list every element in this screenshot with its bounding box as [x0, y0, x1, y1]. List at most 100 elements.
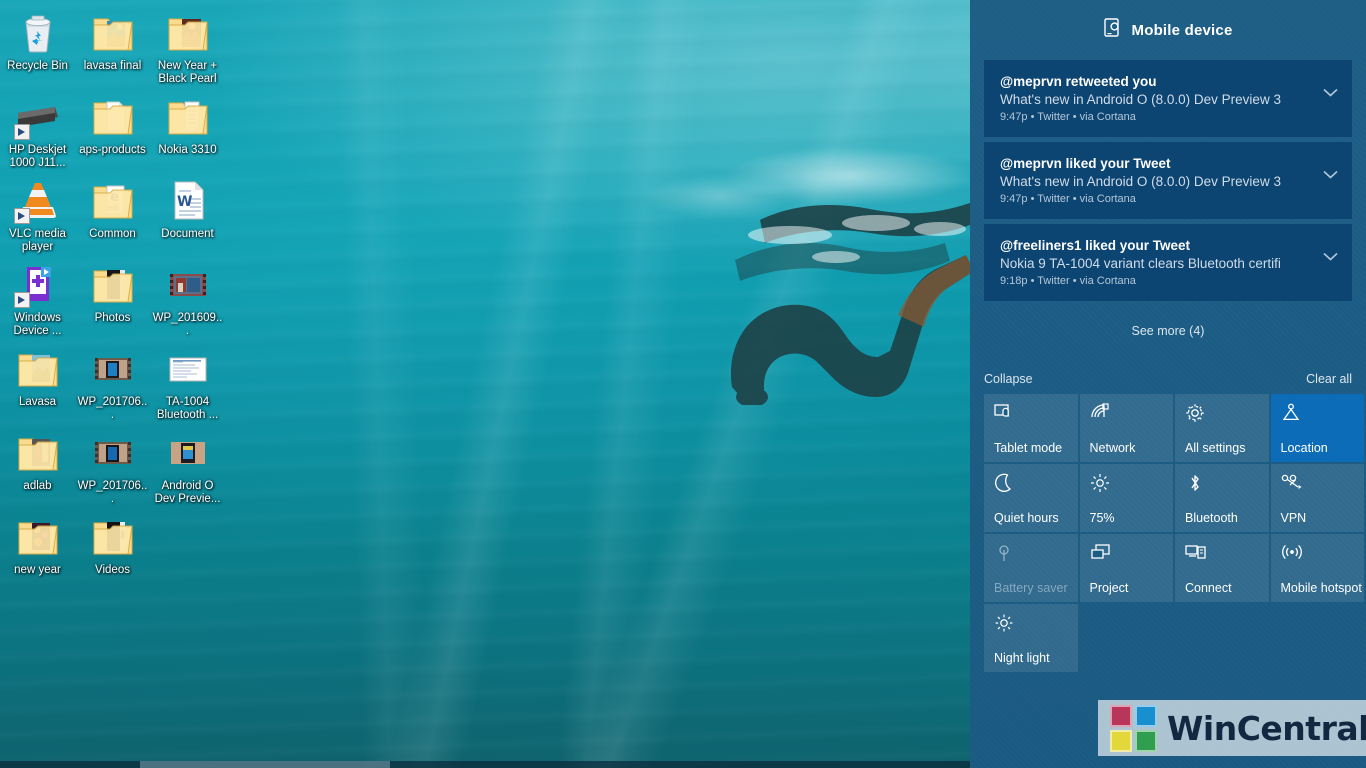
- folder-browser-icon: e edi: [89, 176, 137, 224]
- desktop-icon-hp-deskjet[interactable]: HP Deskjet 1000 J11...: [0, 88, 75, 172]
- shortcut-overlay-icon: [13, 124, 30, 140]
- quick-action-connect[interactable]: Connect: [1175, 534, 1269, 602]
- desktop-icon-new-year[interactable]: new year: [0, 508, 75, 579]
- desktop-icon-videos[interactable]: Videos: [75, 508, 150, 579]
- desktop-icon-wp-201706-a[interactable]: WP_201706...: [75, 340, 150, 424]
- quick-action-label: Project: [1089, 581, 1129, 595]
- folder-dark-icon: [89, 260, 137, 308]
- icon-row: adlab WP_201706... Android O Dev Previe.…: [0, 424, 240, 508]
- notification-title: @meprvn retweeted you: [1000, 74, 1157, 89]
- desktop-icon-label: HP Deskjet 1000 J11...: [8, 144, 67, 169]
- quick-action-project[interactable]: Project: [1079, 534, 1173, 602]
- desktop-icon-new-year-black-pearl[interactable]: New Year + Black Pearl: [150, 4, 225, 88]
- shortcut-overlay-icon: [13, 208, 30, 224]
- folder-doc-icon: [164, 92, 212, 140]
- clear-all-button[interactable]: Clear all: [1306, 372, 1352, 386]
- night-light-icon: [994, 613, 1070, 639]
- desktop-icon-label: VLC media player: [9, 228, 66, 253]
- quick-action-battery-saver[interactable]: Battery saver: [984, 534, 1078, 602]
- icon-row: Recycle Bin lavasa final New Year + Blac…: [0, 4, 240, 88]
- desktop-icon-label: Windows Device ...: [13, 312, 62, 337]
- desktop-icon-recycle-bin[interactable]: Recycle Bin: [0, 4, 75, 88]
- desktop[interactable]: Recycle Bin lavasa final New Year + Blac…: [0, 0, 1366, 768]
- notification-body: What's new in Android O (8.0.0) Dev Prev…: [1000, 92, 1281, 107]
- desktop-icon-label: WP_201706...: [77, 480, 148, 505]
- desktop-icon-ta-1004-bluetooth[interactable]: TA-1004 Bluetooth ...: [150, 340, 225, 424]
- desktop-icon-document[interactable]: W Document: [150, 172, 225, 256]
- quick-action-location[interactable]: Location: [1270, 394, 1364, 462]
- wallpaper-water-surface: [600, 120, 1000, 260]
- wincentral-watermark: WinCentral: [1098, 700, 1366, 756]
- taskbar-active-item[interactable]: [140, 761, 390, 768]
- notification-item[interactable]: @meprvn retweeted you What's new in Andr…: [984, 60, 1352, 137]
- folder-dark-icon: [89, 512, 137, 560]
- quick-action-label: Quiet hours: [994, 511, 1059, 525]
- desktop-icon-label: Android O Dev Previe...: [154, 480, 221, 505]
- desktop-icon-vlc-media-player[interactable]: VLC media player: [0, 172, 75, 256]
- quick-action-label: Night light: [994, 651, 1050, 665]
- quick-action-quiet-hours[interactable]: Quiet hours: [984, 464, 1078, 532]
- chevron-down-icon[interactable]: [1323, 252, 1338, 261]
- svg-text:W: W: [177, 194, 192, 210]
- desktop-icon-lavasa[interactable]: Lavasa: [0, 340, 75, 424]
- quick-action-bluetooth[interactable]: Bluetooth: [1175, 464, 1269, 532]
- notification-item[interactable]: @meprvn liked your Tweet What's new in A…: [984, 142, 1352, 219]
- notification-body: What's new in Android O (8.0.0) Dev Prev…: [1000, 174, 1281, 189]
- notification-list: @meprvn retweeted you What's new in Andr…: [970, 60, 1366, 338]
- desktop-icon-grid: Recycle Bin lavasa final New Year + Blac…: [0, 4, 240, 579]
- desktop-icon-lavasa-final[interactable]: lavasa final: [75, 4, 150, 88]
- quick-action-empty-slot-b: [1175, 604, 1269, 672]
- desktop-icon-label: WP_201609...: [152, 312, 223, 337]
- quick-action-network[interactable]: Network: [1079, 394, 1173, 462]
- project-icon: [1090, 543, 1166, 569]
- chevron-down-icon[interactable]: [1323, 88, 1338, 97]
- desktop-icon-aps-products[interactable]: aps-products: [75, 88, 150, 172]
- video-thumb-icon: [89, 428, 137, 476]
- quick-action-label: All settings: [1185, 441, 1246, 455]
- desktop-icon-wp-201609[interactable]: WP_201609...: [150, 256, 225, 340]
- quick-action-brightness[interactable]: 75%: [1079, 464, 1173, 532]
- quick-action-vpn[interactable]: VPN: [1270, 464, 1364, 532]
- collapse-button[interactable]: Collapse: [984, 372, 1033, 386]
- icon-row: new year Videos: [0, 508, 240, 579]
- shortcut-overlay-icon: [13, 292, 30, 308]
- desktop-icon-windows-device-recovery[interactable]: Windows Device ...: [0, 256, 75, 340]
- quick-action-night-light[interactable]: Night light: [984, 604, 1078, 672]
- taskbar[interactable]: [0, 761, 970, 768]
- vpn-icon: [1281, 473, 1357, 499]
- desktop-icon-label: aps-products: [79, 144, 146, 156]
- notification-title: @meprvn liked your Tweet: [1000, 156, 1171, 171]
- desktop-icon-adlab[interactable]: adlab: [0, 424, 75, 508]
- network-icon: [1090, 403, 1166, 429]
- wallpaper-diver-silhouette: [730, 203, 975, 405]
- desktop-icon-common[interactable]: e edi Common: [75, 172, 150, 256]
- quick-action-all-settings[interactable]: All settings: [1175, 394, 1269, 462]
- action-center-spacer: [970, 338, 1366, 372]
- folder-photos-icon: [89, 8, 137, 56]
- desktop-icon-label: Videos: [95, 564, 130, 576]
- desktop-icon-label: Lavasa: [18, 396, 57, 408]
- desktop-icon-label: Nokia 3310: [158, 144, 217, 156]
- see-more-button[interactable]: See more (4): [984, 306, 1352, 338]
- notification-item[interactable]: @freeliners1 liked your Tweet Nokia 9 TA…: [984, 224, 1352, 301]
- desktop-icon-android-o-dev-preview[interactable]: Android O Dev Previe...: [150, 424, 225, 508]
- recycle-bin-icon: [14, 8, 62, 56]
- quick-action-mobile-hotspot[interactable]: Mobile hotspot: [1270, 534, 1364, 602]
- folder-photos-icon: [14, 344, 62, 392]
- mobile-device-icon: [1103, 18, 1121, 42]
- chevron-down-icon[interactable]: [1323, 170, 1338, 179]
- desktop-icon-nokia-3310[interactable]: Nokia 3310: [150, 88, 225, 172]
- desktop-icon-label: Recycle Bin: [7, 60, 68, 72]
- desktop-icon-label: Document: [161, 228, 214, 240]
- action-center-panel[interactable]: Mobile device @meprvn retweeted you What…: [970, 0, 1366, 768]
- image-thumb-icon: [164, 428, 212, 476]
- desktop-icon-label: adlab: [23, 480, 52, 492]
- logo-square-green: [1135, 729, 1157, 752]
- notification-meta: 9:47p • Twitter • via Cortana: [1000, 193, 1136, 205]
- desktop-icon-photos[interactable]: Photos: [75, 256, 150, 340]
- desktop-icon-wp-201706-b[interactable]: WP_201706...: [75, 424, 150, 508]
- quick-action-label: VPN: [1280, 511, 1307, 525]
- quick-actions-header: Collapse Clear all: [970, 372, 1366, 394]
- icon-row: Windows Device ... Photos WP_201609...: [0, 256, 240, 340]
- quick-action-tablet-mode[interactable]: Tablet mode: [984, 394, 1078, 462]
